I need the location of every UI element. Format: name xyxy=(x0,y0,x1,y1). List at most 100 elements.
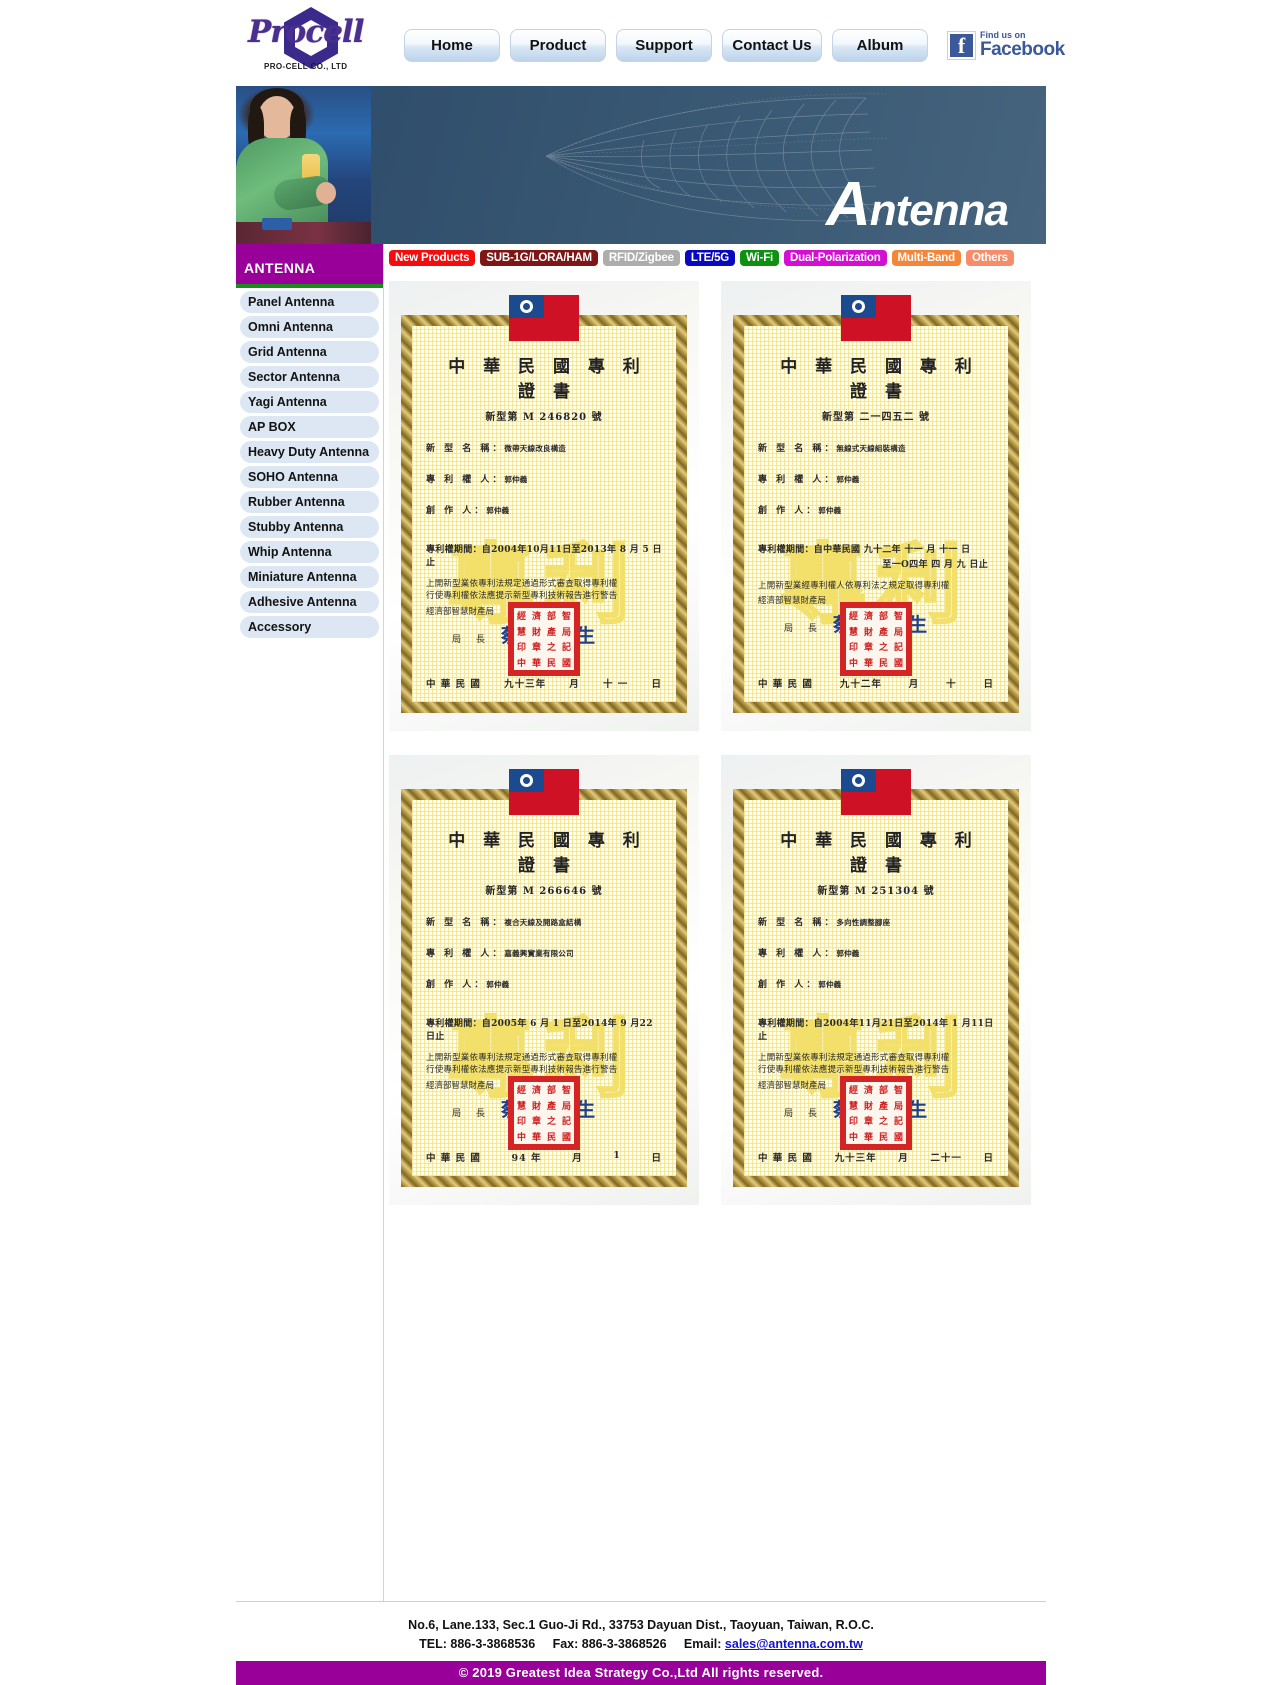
seal-char: 章 xyxy=(863,643,873,654)
main-panel: New Products SUB-1G/LORA/HAM RFID/Zigbee… xyxy=(384,244,1046,1205)
date-year: 九十二年 xyxy=(839,679,882,690)
date-day: 二十一 xyxy=(930,1153,962,1164)
certificate-title: 中 華 民 國 專 利 證 書 xyxy=(448,831,646,876)
tab-dual-polarization[interactable]: Dual-Polarization xyxy=(784,250,887,266)
sidebar-item-omni-antenna[interactable]: Omni Antenna xyxy=(240,316,379,338)
creator-label: 創 作 人： xyxy=(426,980,487,990)
seal-char: 產 xyxy=(878,627,888,638)
sidebar-item-rubber-antenna[interactable]: Rubber Antenna xyxy=(240,491,379,513)
date-era: 中 華 民 國 xyxy=(758,679,813,690)
seal-char: 華 xyxy=(531,658,541,669)
seal-char: 民 xyxy=(878,1132,888,1143)
certificate-creator-field: 創 作 人：郭仲義 xyxy=(426,503,662,516)
creator-value: 郭仲義 xyxy=(486,506,510,515)
holder-value: 郭仲義 xyxy=(504,475,528,484)
holder-label: 專 利 權 人： xyxy=(758,475,837,485)
seal-char: 經 xyxy=(848,1086,858,1097)
note-line-2: 行使專利權依法應提示新型專利技術報告進行警告 xyxy=(426,1065,618,1076)
certificate-body: 專利 中 華 民 國 專 利 證 書 新型第 二一四五二 號 新 型 名 稱：無… xyxy=(744,326,1008,702)
nav-item-home[interactable]: Home xyxy=(404,28,500,62)
certificate-number: 新型第 M 266646 號 xyxy=(485,886,603,897)
site-page: Procell PRO-CELL CO., LTD Home Product S… xyxy=(236,0,1065,1685)
seal-char: 智 xyxy=(893,612,903,623)
tab-sub1g-lora-ham[interactable]: SUB-1G/LORA/HAM xyxy=(480,250,598,266)
creator-value: 郭仲義 xyxy=(818,980,842,989)
seal-char: 濟 xyxy=(863,1086,873,1097)
flag-sun xyxy=(852,774,865,787)
tab-new-products[interactable]: New Products xyxy=(389,250,476,266)
seal-char: 慧 xyxy=(848,627,858,638)
certificate-image[interactable]: 專利 中 華 民 國 專 利 證 書 新型第 二一四五二 號 新 型 名 稱：無… xyxy=(721,281,1031,731)
name-label: 新 型 名 稱： xyxy=(758,918,837,928)
certificate-image[interactable]: 專利 中 華 民 國 專 利 證 書 新型第 M 246820 號 新 型 名 … xyxy=(389,281,699,731)
category-tab-bar: New Products SUB-1G/LORA/HAM RFID/Zigbee… xyxy=(389,250,1046,272)
sidebar-item-whip-antenna[interactable]: Whip Antenna xyxy=(240,541,379,563)
footer-fax: Fax: 886-3-3868526 xyxy=(552,1637,667,1652)
sidebar-item-yagi-antenna[interactable]: Yagi Antenna xyxy=(240,391,379,413)
nav-item-product[interactable]: Product xyxy=(510,28,606,62)
seal-char: 產 xyxy=(878,1101,888,1112)
official-seal: 經濟部智慧財產局印章之記中華民國 xyxy=(840,1076,912,1150)
photo-device xyxy=(262,218,292,230)
sidebar-item-panel-antenna[interactable]: Panel Antenna xyxy=(240,291,379,313)
seal-char: 局 xyxy=(893,627,903,638)
sidebar-item-heavy-duty-antenna[interactable]: Heavy Duty Antenna xyxy=(240,441,379,463)
certificate-image[interactable]: 專利 中 華 民 國 專 利 證 書 新型第 M 251304 號 新 型 名 … xyxy=(721,755,1031,1205)
facebook-label: Find us on Facebook xyxy=(980,31,1065,60)
photo-hand xyxy=(316,182,336,204)
term-line-1: 專利權期間：自2004年10月11日至2013年 8 月 5 日止 xyxy=(426,545,662,568)
sidebar-item-soho-antenna[interactable]: SOHO Antenna xyxy=(240,466,379,488)
footer-tel: TEL: 886-3-3868536 xyxy=(419,1637,536,1652)
sidebar-header: ANTENNA xyxy=(236,244,383,288)
date-suffix: 日 xyxy=(651,679,662,690)
seal-char: 產 xyxy=(546,1101,556,1112)
sidebar-item-miniature-antenna[interactable]: Miniature Antenna xyxy=(240,566,379,588)
sidebar-item-adhesive-antenna[interactable]: Adhesive Antenna xyxy=(240,591,379,613)
official-seal: 經濟部智慧財產局印章之記中華民國 xyxy=(840,602,912,676)
official-seal: 經濟部智慧財產局印章之記中華民國 xyxy=(508,1076,580,1150)
seal-grid: 經濟部智慧財產局印章之記中華民國 xyxy=(846,1082,906,1144)
tab-wifi[interactable]: Wi-Fi xyxy=(740,250,780,266)
name-value: 微帶天線改良構造 xyxy=(504,444,567,453)
seal-char: 經 xyxy=(516,1086,526,1097)
certificate-frame: 專利 中 華 民 國 專 利 證 書 新型第 M 246820 號 新 型 名 … xyxy=(401,315,687,713)
company-logo[interactable]: Procell PRO-CELL CO., LTD xyxy=(236,0,404,86)
sidebar-item-accessory[interactable]: Accessory xyxy=(240,616,379,638)
certificate-number: 新型第 M 246820 號 xyxy=(485,412,603,423)
date-era: 中 華 民 國 xyxy=(426,1153,481,1164)
seal-char: 章 xyxy=(863,1117,873,1128)
certificate-date: 中 華 民 國 九十三年 月 二十一 日 xyxy=(758,1150,994,1164)
date-year: 94 年 xyxy=(511,1153,542,1164)
sidebar-item-sector-antenna[interactable]: Sector Antenna xyxy=(240,366,379,388)
certificate-image[interactable]: 專利 中 華 民 國 專 利 證 書 新型第 M 266646 號 新 型 名 … xyxy=(389,755,699,1205)
nav-item-album[interactable]: Album xyxy=(832,28,928,62)
roc-flag-icon xyxy=(841,295,911,341)
creator-label: 創 作 人： xyxy=(426,506,487,516)
seal-char: 華 xyxy=(531,1132,541,1143)
certificate-name-field: 新 型 名 稱：無線式天線組裝構造 xyxy=(758,441,994,454)
roc-flag-icon xyxy=(841,769,911,815)
tab-rfid-zigbee[interactable]: RFID/Zigbee xyxy=(602,250,680,266)
term-line-1: 專利權期間：自2004年11月21日至2014年 1 月11日止 xyxy=(758,1019,994,1042)
seal-char: 之 xyxy=(546,643,556,654)
sidebar-item-grid-antenna[interactable]: Grid Antenna xyxy=(240,341,379,363)
sidebar-item-stubby-antenna[interactable]: Stubby Antenna xyxy=(240,516,379,538)
tab-multi-band[interactable]: Multi-Band xyxy=(891,250,961,266)
certificate-date: 中 華 民 國 94 年 月 1 日 xyxy=(426,1150,662,1164)
facebook-badge[interactable]: f Find us on Facebook xyxy=(947,30,1065,60)
certificate-date: 中 華 民 國 九十二年 月 十 日 xyxy=(758,676,994,690)
tab-others[interactable]: Others xyxy=(965,250,1014,266)
seal-char: 財 xyxy=(863,627,873,638)
sidebar-item-ap-box[interactable]: AP BOX xyxy=(240,416,379,438)
hero-banner: Antenna xyxy=(236,86,1046,244)
tab-lte-5g[interactable]: LTE/5G xyxy=(684,250,736,266)
nav-item-support[interactable]: Support xyxy=(616,28,712,62)
seal-char: 財 xyxy=(863,1101,873,1112)
note-line-1: 上開新型業依專利法規定通過形式審查取得專利權 xyxy=(758,1053,950,1063)
seal-grid: 經濟部智慧財產局印章之記中華民國 xyxy=(846,608,906,670)
official-seal: 經濟部智慧財產局印章之記中華民國 xyxy=(508,602,580,676)
seal-char: 記 xyxy=(561,643,571,654)
banner-photo xyxy=(236,86,371,244)
footer-email-link[interactable]: sales@antenna.com.tw xyxy=(725,1637,863,1651)
nav-item-contact-us[interactable]: Contact Us xyxy=(722,28,822,62)
